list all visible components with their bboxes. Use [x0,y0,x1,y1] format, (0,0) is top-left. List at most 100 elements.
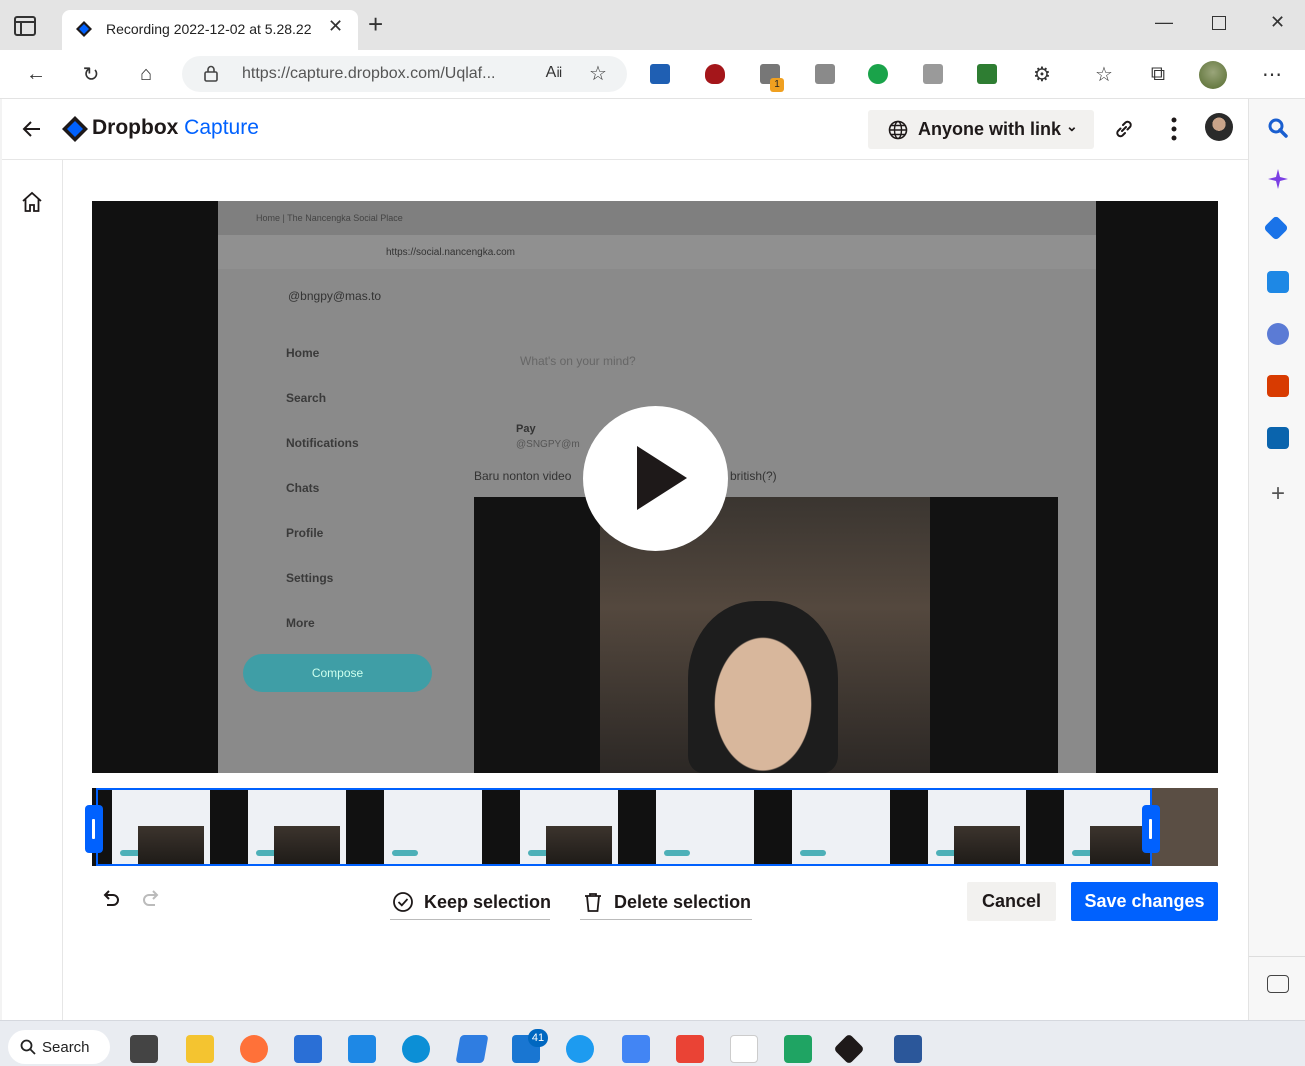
read-aloud-icon[interactable]: Aⅱ [540,59,568,87]
redo-icon[interactable] [140,889,162,911]
taskbar-search-label: Search [42,1039,90,1056]
video-post-author: Pay [516,423,536,435]
delete-selection-label: Delete selection [614,892,752,912]
timeline-thumbnail [228,788,346,866]
minimize-icon[interactable]: — [1155,12,1173,33]
tools-icon[interactable] [1267,271,1289,293]
office-icon[interactable] [1267,375,1289,397]
extension-icon[interactable] [815,64,835,84]
notification-badge: 41 [528,1029,548,1047]
brand-title[interactable]: Dropbox Capture [92,116,259,140]
undo-icon[interactable] [100,889,122,911]
video-url-text: https://social.nancengka.com [386,247,515,258]
trim-start-handle[interactable] [85,805,103,853]
edge-icon[interactable] [402,1035,430,1063]
lock-icon[interactable] [204,65,218,82]
save-changes-button[interactable]: Save changes [1071,882,1218,921]
window-close-icon[interactable]: ✕ [1270,12,1285,33]
launcher-icon[interactable] [348,1035,376,1063]
video-compose-prompt: What's on your mind? [520,354,636,368]
cancel-button[interactable]: Cancel [967,882,1056,921]
dropbox-app-icon[interactable] [730,1035,758,1063]
trash-icon [585,893,601,912]
video-player[interactable]: Home | The Nancengka Social Place https:… [92,201,1218,773]
shopping-icon[interactable] [1263,215,1289,241]
maximize-icon[interactable] [1212,16,1226,30]
extensions-icon[interactable]: ⚙ [1028,60,1056,88]
delete-selection-button[interactable]: Delete selection [580,890,752,920]
trim-end-handle[interactable] [1142,805,1160,853]
firefox-icon[interactable] [240,1035,268,1063]
video-nav-item: More [286,616,315,630]
chevron-down-icon: ⌄ [1066,118,1078,134]
settings-more-icon[interactable]: ⋯ [1258,60,1286,88]
dropbox-logo-icon[interactable] [62,116,88,142]
browser-profile-avatar[interactable] [1199,61,1227,89]
timeline-tail [1152,788,1218,866]
add-icon[interactable]: + [1267,482,1289,506]
left-rail [2,160,63,1020]
extension-icon[interactable] [868,64,888,84]
mail-icon[interactable] [294,1035,322,1063]
search-icon [20,1039,36,1055]
browser-tab-active[interactable]: Recording 2022-12-02 at 5.28.22 ✕ [62,10,358,50]
collections-icon[interactable]: ⧉ [1144,60,1172,88]
taskbar-search[interactable]: Search [8,1030,110,1064]
tab-actions-icon[interactable] [14,16,36,36]
globe-icon [888,120,908,140]
refresh-icon[interactable]: ↻ [77,60,105,88]
twitter-icon[interactable] [566,1035,594,1063]
new-tab-icon[interactable]: + [368,11,383,37]
video-nav-item: Notifications [286,436,359,450]
video-handle: @bngpy@mas.to [288,289,382,303]
video-browser-tabs: Home | The Nancengka Social Place [218,201,1096,235]
timeline-thumbnail [92,788,210,866]
capture-icon[interactable] [833,1033,865,1065]
keep-selection-button[interactable]: Keep selection [390,890,552,920]
dropbox-capture-page: Dropbox Capture Anyone with link ⌄ Home … [2,99,1248,1020]
timeline-thumbnail [500,788,618,866]
task-view-icon[interactable] [130,1035,158,1063]
more-options-icon[interactable] [1170,115,1178,143]
chat-icon[interactable] [784,1035,812,1063]
google-docs-icon[interactable] [622,1035,650,1063]
home-icon[interactable]: ⌂ [132,60,160,88]
app-header: Dropbox Capture Anyone with link ⌄ [2,99,1248,160]
favorites-icon[interactable]: ☆ [1090,60,1118,88]
share-access-button[interactable]: Anyone with link ⌄ [868,110,1094,149]
gmail-icon[interactable] [676,1035,704,1063]
extension-icon[interactable] [977,64,997,84]
user-avatar[interactable] [1205,113,1233,141]
address-bar[interactable]: https://capture.dropbox.com/Uqlaf... Aⅱ … [182,56,627,92]
video-nav-item: Settings [286,571,334,585]
extension-badge: 1 [770,78,784,92]
tab-title: Recording 2022-12-02 at 5.28.22 [106,21,312,37]
play-button[interactable] [583,406,728,551]
browser-tab-strip: Recording 2022-12-02 at 5.28.22 ✕ + — ✕ [0,0,1305,50]
hide-sidebar-icon[interactable] [1267,975,1289,993]
video-nav-item: Search [286,391,327,405]
video-tab-title: Home | The Nancengka Social Place [256,213,403,223]
discover-icon[interactable] [1267,168,1289,190]
add-favorite-icon[interactable]: ☆ [584,59,612,87]
back-arrow-icon[interactable] [20,117,44,141]
copy-link-icon[interactable] [1112,117,1136,141]
games-icon[interactable] [1267,323,1289,345]
todo-icon[interactable] [455,1035,489,1063]
share-access-label: Anyone with link [918,119,1062,139]
pdf-extension-icon[interactable] [923,64,943,84]
ublock-extension-icon[interactable] [705,64,725,84]
home-icon[interactable] [20,190,44,214]
timeline-thumbnail [772,788,890,866]
tab-close-icon[interactable]: ✕ [328,16,343,37]
video-browser-url: https://social.nancengka.com [218,235,1096,269]
file-explorer-icon[interactable] [186,1035,214,1063]
bitwarden-extension-icon[interactable] [650,64,670,84]
search-icon[interactable] [1267,117,1289,139]
word-icon[interactable] [894,1035,922,1063]
browser-toolbar: ← ↻ ⌂ https://capture.dropbox.com/Uqlaf.… [0,50,1305,99]
timeline-strip[interactable] [92,788,1218,866]
keep-selection-label: Keep selection [424,892,552,912]
outlook-icon[interactable] [1267,427,1289,449]
back-icon[interactable]: ← [22,60,50,88]
